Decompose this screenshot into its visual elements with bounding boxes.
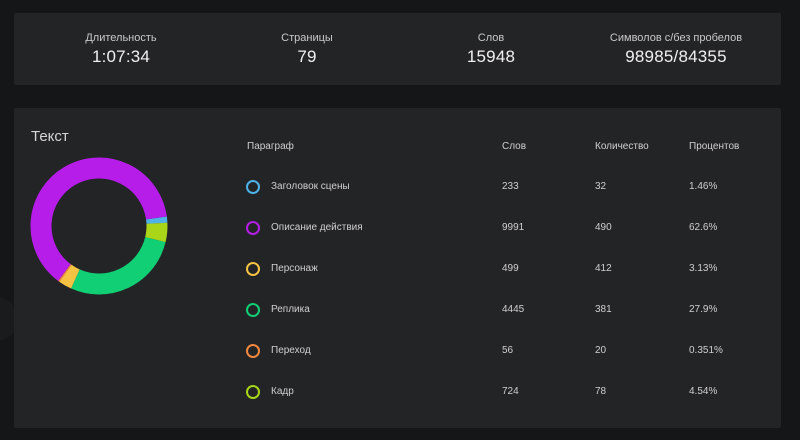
word-count: 499 [502,263,519,274]
table-row[interactable]: Реплика 4445 381 27.9% [14,300,781,320]
stat-words-label: Слов [477,32,505,44]
legend-circle-icon [246,180,260,194]
stat-pages-label: Страницы [281,32,333,44]
legend-circle-icon [246,303,260,317]
stat-characters-label: Символов с/без пробелов [609,32,743,44]
table-row[interactable]: Персонаж 499 412 3.13% [14,259,781,279]
col-header-words: Слов [502,141,527,152]
col-header-percent: Процентов [689,141,740,152]
percent-value: 3.13% [689,263,718,274]
col-header-paragraph: Параграф [247,141,294,152]
paragraph-name: Кадр [271,386,294,397]
panel-title: Текст [31,128,69,145]
text-statistics-panel: Текст Параграф Слов Количество Процентов… [14,108,781,428]
stat-pages-value: 79 [297,47,317,66]
word-count: 9991 [502,222,525,233]
stat-duration-label: Длительность [85,32,157,44]
paragraph-name: Переход [271,345,311,356]
percent-value: 4.54% [689,386,718,397]
word-count: 56 [502,345,514,356]
percent-value: 27.9% [689,304,718,315]
paragraph-name: Заголовок сцены [271,181,350,192]
stat-characters-value: 98985/84355 [625,47,727,66]
item-count: 32 [595,181,607,192]
item-count: 490 [595,222,612,233]
legend-circle-icon [246,221,260,235]
word-count: 724 [502,386,519,397]
paragraph-name: Персонаж [271,263,318,274]
item-count: 412 [595,263,612,274]
stat-duration-value: 1:07:34 [91,47,151,66]
table-row[interactable]: Переход 56 20 0.351% [14,341,781,361]
item-count: 78 [595,386,607,397]
stat-words-value: 15948 [466,47,516,66]
table-row[interactable]: Описание действия 9991 490 62.6% [14,218,781,238]
item-count: 381 [595,304,612,315]
legend-circle-icon [246,262,260,276]
percent-value: 0.351% [689,345,723,356]
word-count: 4445 [502,304,525,315]
word-count: 233 [502,181,519,192]
paragraph-name: Описание действия [271,222,363,233]
table-row[interactable]: Кадр 724 78 4.54% [14,382,781,402]
stats-panel: Длительность 1:07:34 Страницы 79 Слов 15… [14,13,781,85]
percent-value: 1.46% [689,181,718,192]
percent-value: 62.6% [689,222,718,233]
table-row[interactable]: Заголовок сцены 233 32 1.46% [14,177,781,197]
item-count: 20 [595,345,607,356]
legend-circle-icon [246,385,260,399]
legend-circle-icon [246,344,260,358]
paragraph-name: Реплика [271,304,310,315]
col-header-count: Количество [595,141,649,152]
